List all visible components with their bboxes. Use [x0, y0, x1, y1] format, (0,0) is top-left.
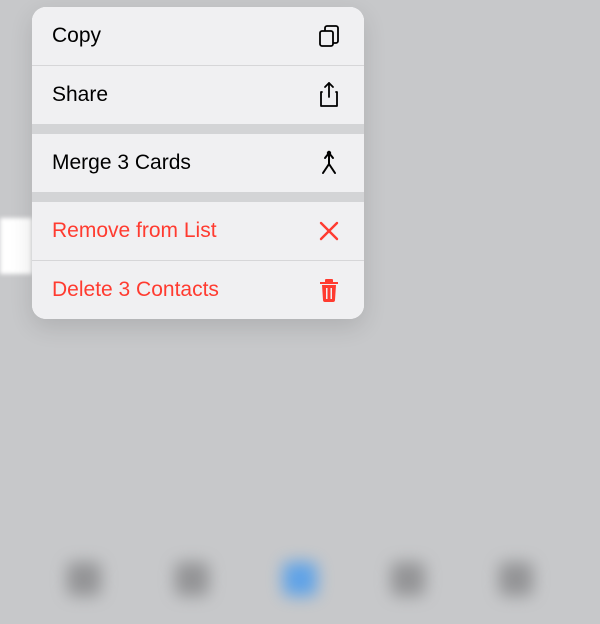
- merge-icon: [316, 150, 342, 176]
- menu-section-gap: [32, 124, 364, 134]
- menu-section-destructive: Remove from List Delete 3 Contacts: [32, 202, 364, 319]
- delete-contacts-label: Delete 3 Contacts: [52, 278, 219, 302]
- context-menu: Copy Share Merge 3 Cards: [32, 7, 364, 319]
- copy-menu-item[interactable]: Copy: [32, 7, 364, 65]
- remove-from-list-menu-item[interactable]: Remove from List: [32, 202, 364, 260]
- copy-label: Copy: [52, 24, 101, 48]
- close-icon: [316, 218, 342, 244]
- tab-bar: [0, 544, 600, 624]
- merge-label: Merge 3 Cards: [52, 151, 191, 175]
- menu-section-gap: [32, 192, 364, 202]
- share-label: Share: [52, 83, 108, 107]
- background-selection-strip: [0, 218, 32, 274]
- share-menu-item[interactable]: Share: [32, 66, 364, 124]
- tab-item-active[interactable]: [283, 562, 317, 596]
- delete-contacts-menu-item[interactable]: Delete 3 Contacts: [32, 261, 364, 319]
- trash-icon: [316, 277, 342, 303]
- tab-item[interactable]: [391, 562, 425, 596]
- menu-section-merge: Merge 3 Cards: [32, 134, 364, 192]
- copy-icon: [316, 23, 342, 49]
- tab-item[interactable]: [175, 562, 209, 596]
- menu-section-standard: Copy Share: [32, 7, 364, 124]
- remove-from-list-label: Remove from List: [52, 219, 217, 243]
- share-icon: [316, 82, 342, 108]
- tab-item[interactable]: [499, 562, 533, 596]
- tab-item[interactable]: [67, 562, 101, 596]
- merge-menu-item[interactable]: Merge 3 Cards: [32, 134, 364, 192]
